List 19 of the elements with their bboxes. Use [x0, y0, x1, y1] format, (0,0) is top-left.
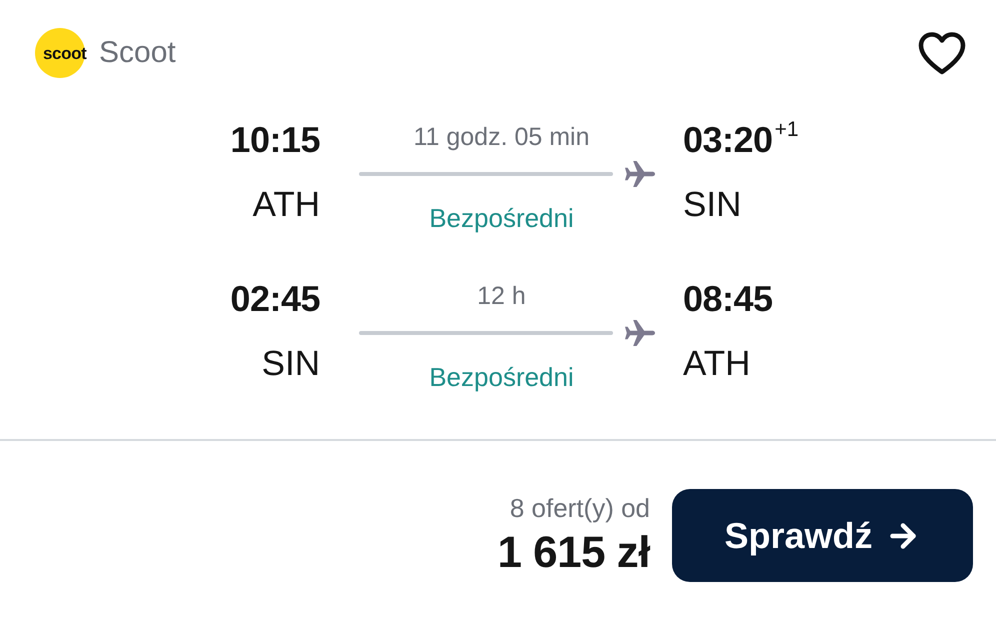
- arrival-time: 08:45: [683, 277, 773, 321]
- stops-label: Bezpośredni: [429, 361, 574, 394]
- price: 1 615 zł: [497, 526, 650, 578]
- airline-name: Scoot: [99, 38, 176, 68]
- day-offset: +1: [774, 118, 799, 142]
- departure-time: 10:15: [230, 118, 320, 162]
- arrival-airport: ATH: [683, 343, 750, 385]
- departure-airport: ATH: [252, 184, 320, 226]
- departure-airport: SIN: [262, 343, 320, 385]
- check-button[interactable]: Sprawdź: [672, 489, 973, 582]
- flight-duration: 12 h: [477, 281, 526, 312]
- arrival-airport: SIN: [683, 184, 742, 226]
- arrival-time: 03:20: [683, 118, 773, 162]
- departure-time: 02:45: [230, 277, 320, 321]
- airplane-icon: [624, 160, 656, 188]
- stops-label: Bezpośredni: [429, 202, 574, 235]
- offers-count: 8 ofert(y) od: [510, 492, 650, 524]
- flight-duration: 11 godz. 05 min: [413, 122, 590, 153]
- airplane-icon: [624, 319, 656, 347]
